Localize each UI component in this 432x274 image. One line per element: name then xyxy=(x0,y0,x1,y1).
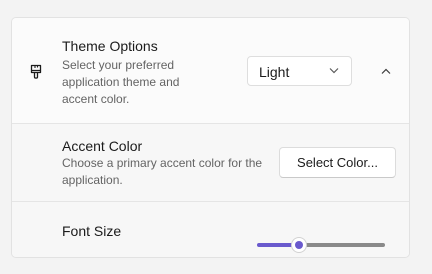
accent-color-description: Choose a primary accent color for the ap… xyxy=(62,156,263,187)
theme-options-title: Theme Options xyxy=(62,38,158,54)
select-color-button[interactable]: Select Color... xyxy=(279,147,396,178)
chevron-up-icon[interactable] xyxy=(381,68,391,75)
font-size-title: Font Size xyxy=(62,223,122,239)
font-size-section: Font Size xyxy=(12,202,409,257)
accent-color-section: Accent Color Choose a primary accent col… xyxy=(12,124,409,202)
slider-track-empty xyxy=(305,243,385,247)
settings-panel: Theme Options Select your preferred appl… xyxy=(11,17,410,258)
chevron-down-icon xyxy=(329,68,339,74)
slider-thumb[interactable] xyxy=(292,238,306,252)
theme-select[interactable]: Light xyxy=(247,56,352,86)
theme-options-section: Theme Options Select your preferred appl… xyxy=(12,18,409,124)
slider-thumb-dot xyxy=(295,241,303,249)
font-size-slider[interactable] xyxy=(257,238,385,252)
paint-brush-icon xyxy=(30,64,42,79)
slider-track-filled xyxy=(257,243,293,247)
theme-options-description: Select your preferred application theme … xyxy=(62,58,180,106)
accent-color-title: Accent Color xyxy=(62,138,143,154)
theme-select-value: Light xyxy=(259,64,290,80)
